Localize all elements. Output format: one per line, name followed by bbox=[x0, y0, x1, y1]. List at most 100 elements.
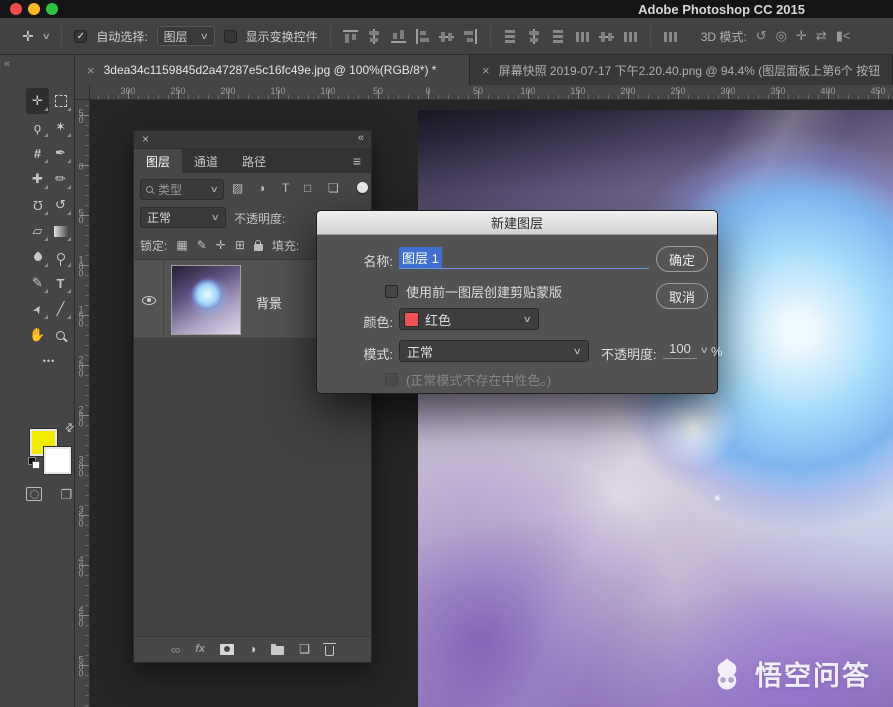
distribute-right-edges-icon[interactable] bbox=[623, 30, 638, 43]
panel-resize-grip[interactable]: ::::::::: bbox=[240, 656, 264, 662]
dodge-tool[interactable] bbox=[49, 244, 72, 270]
filter-shape-layers-icon[interactable]: □ bbox=[304, 181, 311, 195]
distribute-top-edges-icon[interactable] bbox=[504, 29, 517, 44]
dialog-title[interactable]: 新建图层 bbox=[317, 211, 717, 235]
align-right-edges-icon[interactable] bbox=[464, 29, 477, 44]
opacity-unit: % bbox=[711, 344, 723, 359]
blend-mode-dropdown[interactable]: 正常 ∨ bbox=[140, 207, 226, 228]
align-bottom-edges-icon[interactable] bbox=[391, 30, 406, 43]
minimize-window-button[interactable] bbox=[28, 3, 40, 15]
3d-slide-icon[interactable]: ⇄ bbox=[816, 28, 827, 44]
document-tab-inactive[interactable]: × 屏幕快照 2019-07-17 下午2.20.40.png @ 94.4% … bbox=[470, 55, 893, 85]
panel-menu-icon[interactable]: ≡ bbox=[353, 153, 371, 169]
lock-transparent-icon[interactable]: ▦ bbox=[176, 238, 187, 252]
tab-channels[interactable]: 通道 bbox=[182, 149, 230, 173]
hand-tool[interactable]: ✋ bbox=[26, 322, 49, 348]
document-tab-active[interactable]: × 3dea34c1159845d2a47287e5c16fc49e.jpg @… bbox=[75, 55, 470, 85]
magic-wand-tool[interactable]: ✶ bbox=[49, 114, 72, 140]
clipping-mask-checkbox[interactable] bbox=[385, 285, 398, 298]
distribute-vertical-centers-icon[interactable] bbox=[528, 29, 541, 44]
filter-type-layers-icon[interactable]: T bbox=[282, 181, 289, 195]
close-panel-icon[interactable]: × bbox=[142, 132, 149, 146]
chevron-down-icon[interactable]: ∨ bbox=[41, 31, 50, 42]
close-window-button[interactable] bbox=[10, 3, 22, 15]
layer-style-icon[interactable]: fx bbox=[195, 643, 205, 655]
type-tool[interactable]: T bbox=[49, 270, 72, 296]
auto-align-layers-icon[interactable] bbox=[663, 30, 678, 43]
filter-adjustment-layers-icon[interactable]: ◑ bbox=[258, 181, 265, 195]
add-layer-mask-icon[interactable] bbox=[220, 644, 234, 655]
filter-smart-object-icon[interactable]: ❏ bbox=[328, 181, 339, 195]
link-layers-icon[interactable]: ∞ bbox=[171, 642, 180, 657]
align-left-edges-icon[interactable] bbox=[416, 29, 429, 44]
distribute-bottom-edges-icon[interactable] bbox=[552, 29, 565, 44]
lock-position-icon[interactable]: ✛ bbox=[216, 238, 226, 252]
line-tool[interactable]: ╱ bbox=[49, 296, 72, 322]
crop-tool[interactable]: # bbox=[26, 140, 49, 166]
layer-name-value: 图层 1 bbox=[399, 247, 442, 268]
collapse-panel-icon[interactable]: « bbox=[4, 58, 9, 70]
close-tab-icon[interactable]: × bbox=[482, 63, 490, 78]
layer-filter-dropdown[interactable]: 类型 ∨ bbox=[140, 179, 224, 200]
distribute-left-edges-icon[interactable] bbox=[575, 30, 590, 43]
collapse-panel-icon[interactable]: « bbox=[358, 132, 363, 144]
document-image[interactable]: 悟空问答 bbox=[418, 110, 893, 707]
show-transform-checkbox[interactable]: . bbox=[224, 30, 237, 43]
healing-brush-tool[interactable]: ✚ bbox=[26, 166, 49, 192]
filter-toggle-icon[interactable] bbox=[357, 182, 368, 193]
lasso-tool[interactable]: ϙ bbox=[26, 114, 49, 140]
tab-layers[interactable]: 图层 bbox=[134, 149, 182, 173]
lock-artboard-icon[interactable]: ⊞ bbox=[235, 238, 245, 252]
visibility-cell[interactable] bbox=[134, 260, 164, 340]
vertical-ruler[interactable]: 500 50100 150200 250300 350400 450500 bbox=[75, 100, 90, 707]
cancel-button[interactable]: 取消 bbox=[656, 283, 708, 309]
eraser-tool[interactable]: ▱ bbox=[26, 218, 49, 244]
tab-paths[interactable]: 路径 bbox=[230, 149, 278, 173]
quick-mask-icon[interactable] bbox=[26, 487, 42, 501]
3d-roll-icon[interactable]: ◎ bbox=[776, 28, 787, 44]
lock-paint-icon[interactable]: ✎ bbox=[197, 238, 207, 252]
opacity-input[interactable]: 100 bbox=[663, 341, 697, 359]
new-layer-icon[interactable]: ❑ bbox=[299, 642, 310, 656]
pen-tool[interactable]: ✎ bbox=[26, 270, 49, 296]
eyedropper-tool[interactable]: ✒ bbox=[49, 140, 72, 166]
close-tab-icon[interactable]: × bbox=[87, 63, 95, 78]
background-color-swatch[interactable] bbox=[44, 447, 71, 474]
auto-select-checkbox[interactable]: ✓ bbox=[74, 30, 87, 43]
marquee-tool[interactable] bbox=[49, 88, 72, 114]
default-colors-icon[interactable] bbox=[28, 457, 41, 470]
filter-pixel-layers-icon[interactable]: ▨ bbox=[232, 181, 243, 195]
zoom-tool[interactable] bbox=[49, 322, 72, 348]
layer-thumbnail[interactable] bbox=[171, 265, 241, 335]
3d-pan-icon[interactable]: ✛ bbox=[796, 28, 807, 44]
mode-dropdown[interactable]: 正常 ∨ bbox=[399, 340, 589, 362]
history-brush-tool[interactable]: ↺ bbox=[49, 192, 72, 218]
gradient-tool[interactable] bbox=[49, 218, 72, 244]
ok-button[interactable]: 确定 bbox=[656, 246, 708, 272]
zoom-window-button[interactable] bbox=[46, 3, 58, 15]
magnifier-icon bbox=[56, 331, 65, 340]
layer-name-input[interactable]: 图层 1 bbox=[399, 247, 649, 269]
blur-tool[interactable] bbox=[26, 244, 49, 270]
adjustment-layer-icon[interactable]: ◑ bbox=[249, 642, 256, 656]
distribute-horizontal-centers-icon[interactable] bbox=[599, 30, 614, 43]
3d-camera-icon[interactable]: ▮< bbox=[836, 28, 851, 44]
lock-all-icon[interactable] bbox=[254, 244, 263, 251]
new-group-icon[interactable] bbox=[271, 646, 284, 655]
3d-orbit-icon[interactable]: ↺ bbox=[756, 28, 767, 44]
align-horizontal-centers-icon[interactable] bbox=[439, 30, 454, 43]
path-select-tool[interactable]: ➤ bbox=[26, 296, 49, 322]
align-vertical-centers-icon[interactable] bbox=[368, 29, 381, 44]
auto-select-dropdown[interactable]: 图层 ∨ bbox=[157, 26, 215, 46]
clipping-mask-option: 使用前一图层创建剪贴蒙版 bbox=[385, 282, 562, 301]
delete-layer-icon[interactable] bbox=[325, 646, 334, 656]
color-dropdown[interactable]: 红色 ∨ bbox=[399, 308, 539, 330]
chevron-down-icon[interactable]: ∨ bbox=[700, 345, 709, 356]
align-top-edges-icon[interactable] bbox=[343, 30, 358, 43]
edit-toolbar-button[interactable]: ••• bbox=[26, 348, 72, 374]
move-tool[interactable]: ✛ bbox=[26, 88, 49, 114]
screen-mode-icon[interactable]: ❐ bbox=[60, 487, 72, 503]
horizontal-ruler[interactable]: 300250 200150 10050 050 100150 200250 30… bbox=[90, 85, 893, 100]
clone-stamp-tool[interactable]: Ω bbox=[26, 192, 49, 218]
brush-tool[interactable]: ✏ bbox=[49, 166, 72, 192]
